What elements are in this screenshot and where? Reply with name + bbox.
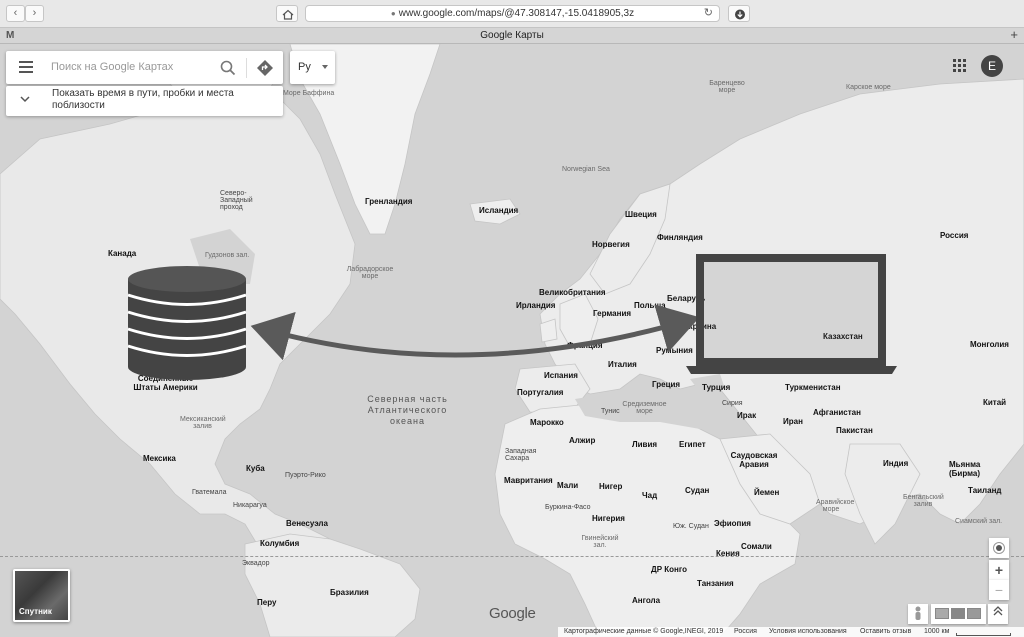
home-icon [282,9,294,20]
satellite-label: Спутник [19,607,52,616]
attribution-bar: Картографические данные © Google,INEGI, … [558,627,1024,637]
directions-icon[interactable] [256,59,274,77]
location-icon [993,542,1005,554]
laptop-icon [686,254,897,374]
pegman-button[interactable] [908,604,928,624]
zoom-in-button[interactable]: + [989,560,1009,580]
travel-info-text: Показать время в пути, пробки и места по… [52,88,234,111]
attribution-text: Картографические данные © Google,INEGI, … [564,628,724,635]
search-divider [246,58,247,78]
address-bar[interactable]: ● www.google.com/maps/@47.308147,-15.0418… [305,5,720,22]
url-text: www.google.com/maps/@47.308147,-15.04189… [398,8,635,19]
download-icon [735,9,745,20]
feedback-link[interactable]: Оставить отзыв [860,627,911,637]
map-canvas[interactable]: Гренландия Исландия Канада Северо-Западн… [0,44,1024,637]
overlay-illustration [127,254,897,380]
search-icon[interactable] [219,59,237,77]
language-button[interactable]: Ру [290,51,335,84]
scale-bar [956,633,1011,636]
browser-toolbar: ‹ › ● www.google.com/maps/@47.308147,-15.… [0,0,1024,28]
language-label: Ру [298,61,311,73]
search-input[interactable]: Поиск на Google Картах [51,61,173,73]
downloads-button[interactable] [728,5,750,22]
layer-thumb[interactable] [967,608,981,619]
caret-down-icon [322,65,328,69]
database-icon [127,266,247,380]
layer-thumb[interactable] [935,608,949,619]
zoom-out-button[interactable]: − [989,580,1009,600]
lock-icon: ● [390,9,396,18]
my-location-button[interactable] [989,538,1009,558]
forward-button[interactable]: › [25,5,44,22]
pegman-icon [915,606,921,620]
home-button[interactable] [276,5,298,22]
avatar[interactable]: E [981,55,1003,77]
scale-label[interactable]: 1000 км [924,627,949,637]
layer-thumbnails[interactable] [931,604,986,624]
expand-layers-button[interactable] [988,604,1008,624]
back-button[interactable]: ‹ [6,5,25,22]
layer-thumb[interactable] [951,608,965,619]
terms-link[interactable]: Условия использования [769,627,847,637]
search-box: Поиск на Google Картах [6,51,283,84]
apps-grid-icon[interactable] [953,59,966,72]
new-tab-button[interactable]: + [1010,27,1018,42]
reload-icon[interactable]: ↻ [704,6,713,21]
country-link[interactable]: Россия [734,627,757,637]
sync-arrow [250,304,700,361]
menu-icon[interactable] [19,61,33,73]
chevron-up-icon [993,606,1003,616]
google-logo: Google [489,605,536,622]
tab-title[interactable]: Google Карты [0,28,1024,44]
satellite-toggle[interactable]: Спутник [13,569,70,622]
travel-info-panel[interactable]: Показать время в пути, пробки и места по… [6,86,283,116]
chevron-down-icon [20,96,30,103]
tab-bar: M Google Карты + [0,27,1024,44]
